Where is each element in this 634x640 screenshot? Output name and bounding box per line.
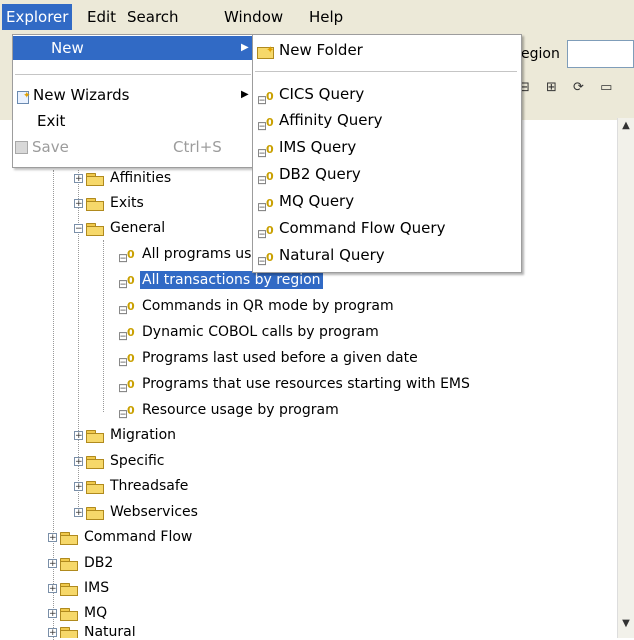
menu-search[interactable]: Search: [123, 4, 183, 30]
query-icon: ⊟ 0: [118, 326, 135, 343]
collapse-icon[interactable]: −: [74, 223, 83, 233]
query-icon: ⊟ 0: [257, 115, 274, 133]
expand-icon[interactable]: +: [48, 532, 57, 542]
tree-folder-mq[interactable]: + MQ: [48, 601, 109, 625]
explorer-menu: New ▶ New Wizards ▶ Exit Save Ctrl+S: [12, 34, 256, 168]
view-toolbar-icons[interactable]: ⊟ ⊞ ⟳ ▭: [519, 80, 618, 95]
query-icon: ⊟ 0: [257, 169, 274, 187]
expand-icon[interactable]: +: [74, 481, 83, 491]
scroll-down-icon[interactable]: ▼: [620, 618, 632, 632]
folder-icon: [86, 506, 104, 520]
expand-icon[interactable]: +: [74, 198, 83, 208]
tree-folder-affinities[interactable]: + Affinities: [74, 166, 173, 190]
menu-item-db2-query[interactable]: ⊟ 0 DB2 Query: [253, 161, 519, 187]
query-icon: ⊟ 0: [257, 250, 274, 268]
tree-query-item[interactable]: ⊟ 0 Commands in QR mode by program: [118, 294, 396, 318]
tree-folder-exits[interactable]: + Exits: [74, 191, 146, 215]
region-label: egion: [521, 46, 560, 62]
menu-separator: [255, 71, 517, 72]
query-icon: ⊟ 0: [118, 300, 135, 317]
folder-icon: [86, 429, 104, 443]
menu-explorer[interactable]: Explorer: [2, 4, 73, 30]
tree-folder-general[interactable]: − General: [74, 216, 167, 240]
new-folder-icon: [257, 38, 275, 64]
expand-icon[interactable]: +: [48, 608, 57, 618]
folder-icon: [60, 626, 78, 638]
tree-folder-db2[interactable]: + DB2: [48, 551, 115, 575]
folder-icon: [60, 531, 78, 545]
menu-item-save[interactable]: Save Ctrl+S: [13, 135, 253, 159]
tree-folder-command-flow[interactable]: + Command Flow: [48, 525, 194, 549]
query-icon: ⊟ 0: [257, 142, 274, 160]
submenu-arrow-icon: ▶: [241, 42, 249, 53]
tree-query-item[interactable]: ⊟ 0 Resource usage by program: [118, 398, 341, 422]
menu-item-ims-query[interactable]: ⊟ 0 IMS Query: [253, 134, 519, 160]
menu-help[interactable]: Help: [305, 4, 347, 30]
menu-item-natural-query[interactable]: ⊟ 0 Natural Query: [253, 242, 519, 268]
expand-icon[interactable]: +: [48, 583, 57, 593]
menu-item-new[interactable]: New ▶: [13, 36, 253, 60]
menu-edit[interactable]: Edit: [83, 4, 120, 30]
tree-query-item[interactable]: ⊟ 0 Programs that use resources starting w…: [118, 372, 472, 396]
folder-icon: [60, 607, 78, 621]
tree-folder-natural[interactable]: + Natural: [48, 626, 138, 638]
folder-icon: [60, 582, 78, 596]
tree-folder-ims[interactable]: + IMS: [48, 576, 111, 600]
query-icon: ⊟ 0: [118, 404, 135, 421]
expand-icon[interactable]: +: [74, 507, 83, 517]
menu-item-new-wizards[interactable]: New Wizards ▶: [13, 83, 253, 108]
query-icon: ⊟ 0: [118, 274, 135, 291]
open-folder-icon: [86, 222, 104, 236]
folder-icon: [86, 197, 104, 211]
query-icon: ⊟ 0: [257, 223, 274, 241]
expand-icon[interactable]: +: [48, 558, 57, 568]
tree-folder-threadsafe[interactable]: + Threadsafe: [74, 474, 190, 498]
scroll-up-icon[interactable]: ▲: [620, 120, 632, 134]
menu-item-new-folder[interactable]: New Folder: [253, 37, 519, 64]
menu-separator: [15, 74, 251, 75]
folder-icon: [86, 480, 104, 494]
tree-query-item[interactable]: ⊟ 0 Programs last used before a given date: [118, 346, 420, 370]
tree-folder-webservices[interactable]: + Webservices: [74, 500, 200, 524]
new-submenu: New Folder ⊟0CICS Query ⊟0Affinity Query…: [252, 34, 522, 273]
folder-icon: [60, 557, 78, 571]
menu-item-exit[interactable]: Exit: [13, 109, 253, 133]
vertical-scrollbar[interactable]: ▲ ▼: [617, 118, 634, 638]
query-icon: ⊟ 0: [257, 196, 274, 214]
folder-icon: [86, 455, 104, 469]
new-wizard-icon: [15, 84, 31, 108]
expand-icon[interactable]: +: [74, 173, 83, 183]
expand-icon[interactable]: +: [48, 627, 57, 637]
menu-item-cics-query[interactable]: ⊟ 0 CICS Query: [253, 81, 519, 107]
menu-item-affinity-query[interactable]: ⊟ 0 Affinity Query: [253, 107, 519, 133]
query-icon: ⊟ 0: [257, 89, 274, 107]
expand-icon[interactable]: +: [74, 456, 83, 466]
folder-icon: [86, 172, 104, 186]
tree-folder-specific[interactable]: + Specific: [74, 449, 167, 473]
menu-item-mq-query[interactable]: ⊟ 0 MQ Query: [253, 188, 519, 214]
region-input[interactable]: [567, 40, 634, 68]
submenu-arrow-icon: ▶: [241, 89, 249, 100]
save-icon: [15, 141, 28, 154]
menu-window[interactable]: Window: [220, 4, 287, 30]
tree-query-item[interactable]: ⊟ 0 Dynamic COBOL calls by program: [118, 320, 381, 344]
query-icon: ⊟ 0: [118, 352, 135, 369]
menu-bar: Explorer Edit Search Window Help: [0, 0, 634, 34]
query-icon: ⊟ 0: [118, 378, 135, 395]
query-icon: ⊟ 0: [118, 248, 135, 265]
tree-guide-line: [103, 240, 104, 412]
expand-icon[interactable]: +: [74, 430, 83, 440]
tree-folder-migration[interactable]: + Migration: [74, 423, 178, 447]
menu-item-command-flow-query[interactable]: ⊟ 0 Command Flow Query: [253, 215, 519, 241]
